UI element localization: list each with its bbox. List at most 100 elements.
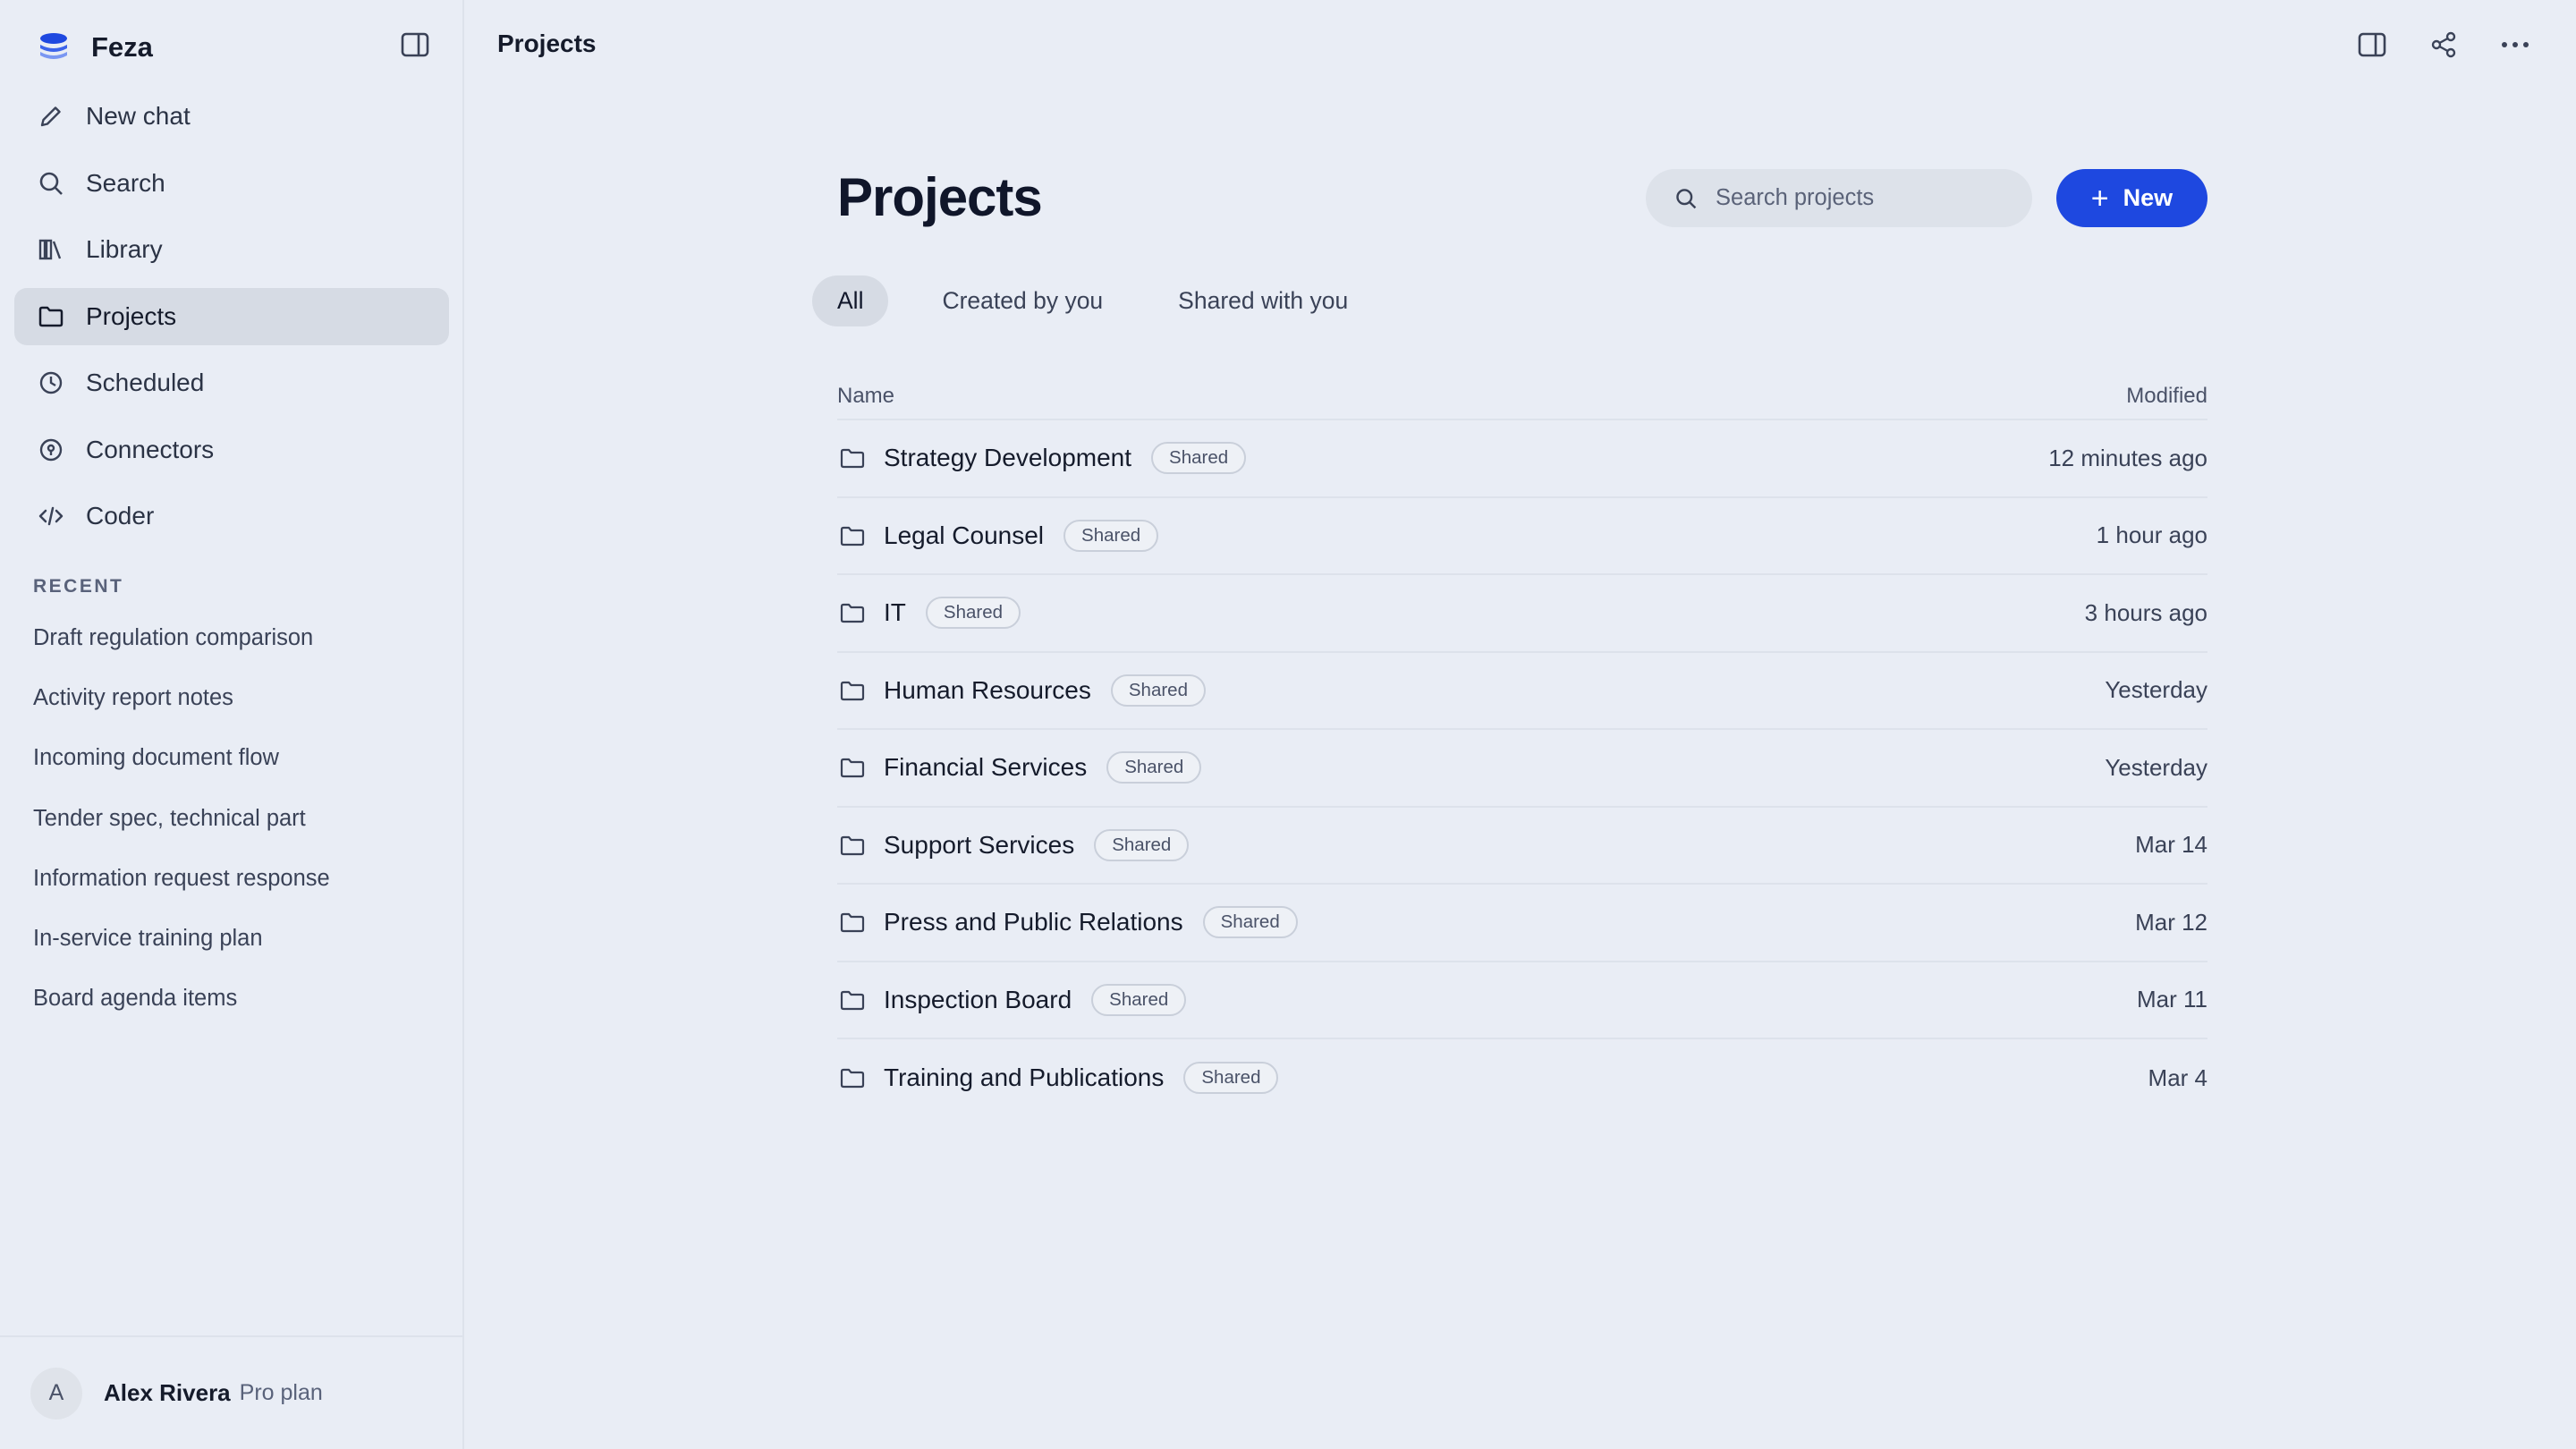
folder-icon xyxy=(36,301,66,332)
nav-item-connectors[interactable]: Connectors xyxy=(14,421,449,479)
nav-label: Connectors xyxy=(86,435,215,463)
modified-date: 3 hours ago xyxy=(2084,598,2207,626)
row-name-cell: IT Shared xyxy=(837,597,1021,630)
project-name: Press and Public Relations xyxy=(884,908,1183,936)
modified-date: Mar 4 xyxy=(2148,1063,2207,1091)
search-icon xyxy=(1676,188,1697,208)
shared-badge: Shared xyxy=(1094,828,1190,861)
shared-badge: Shared xyxy=(1063,519,1159,552)
folder-icon xyxy=(839,676,868,705)
table-row[interactable]: Press and Public Relations Shared Mar 12 xyxy=(837,885,2207,962)
recent-item[interactable]: Board agenda items xyxy=(33,969,330,1029)
sidebar-nav: New chat Search Library Projects Schedul… xyxy=(14,88,449,555)
table-row[interactable]: Human Resources Shared Yesterday xyxy=(837,653,2207,730)
collapse-sidebar-button[interactable] xyxy=(399,29,431,61)
avatar[interactable]: A xyxy=(30,1367,82,1419)
nav-item-search[interactable]: Search xyxy=(14,155,449,212)
table-row[interactable]: Support Services Shared Mar 14 xyxy=(837,808,2207,885)
folder-icon xyxy=(839,753,868,782)
shared-badge: Shared xyxy=(925,597,1021,630)
pencil-icon xyxy=(36,101,66,131)
nav-label: Search xyxy=(86,168,165,197)
column-header-modified[interactable]: Modified xyxy=(2126,384,2207,409)
search-icon xyxy=(36,168,66,199)
brand[interactable]: Feza xyxy=(36,27,153,68)
nav-item-library[interactable]: Library xyxy=(14,221,449,278)
table-header: Name Modified xyxy=(837,374,2207,420)
search-projects-input[interactable] xyxy=(1716,185,2011,211)
code-icon xyxy=(36,501,66,531)
recent-item[interactable]: Activity report notes xyxy=(33,668,330,728)
table-row[interactable]: Strategy Development Shared 12 minutes a… xyxy=(837,420,2207,498)
row-name-cell: Press and Public Relations Shared xyxy=(837,906,1298,939)
plus-icon: + xyxy=(2090,181,2109,216)
nav-item-scheduled[interactable]: Scheduled xyxy=(14,354,449,411)
nav-item-coder[interactable]: Coder xyxy=(14,487,449,545)
nav-item-new-chat[interactable]: New chat xyxy=(14,88,449,145)
folder-icon xyxy=(839,521,868,550)
shared-badge: Shared xyxy=(1151,442,1247,475)
recent-list: Draft regulation comparison Activity rep… xyxy=(33,625,330,1046)
clock-icon xyxy=(36,368,66,398)
sidebar-toggle-icon xyxy=(401,32,429,57)
folder-icon xyxy=(839,908,868,936)
feza-logo-icon xyxy=(40,33,67,59)
shared-badge: Shared xyxy=(1091,983,1187,1016)
library-icon xyxy=(36,234,66,265)
project-name: Support Services xyxy=(884,830,1075,859)
tab-created-by-you[interactable]: Created by you xyxy=(917,275,1128,326)
nav-label: New chat xyxy=(86,102,191,130)
column-header-name[interactable]: Name xyxy=(837,384,894,409)
table-row[interactable]: Inspection Board Shared Mar 11 xyxy=(837,962,2207,1039)
page-title: Projects xyxy=(837,167,1043,227)
row-name-cell: Human Resources Shared xyxy=(837,674,1206,707)
modified-date: 1 hour ago xyxy=(2096,521,2207,549)
panel-toggle-button[interactable] xyxy=(2351,23,2394,66)
projects-table: Name Modified Strategy Development Share… xyxy=(837,374,2207,1117)
nav-label: Coder xyxy=(86,502,155,530)
panel-icon xyxy=(2358,32,2386,57)
project-name: Training and Publications xyxy=(884,1063,1165,1092)
project-name: IT xyxy=(884,598,906,627)
project-name: Inspection Board xyxy=(884,985,1072,1013)
new-project-button[interactable]: + New xyxy=(2056,169,2207,227)
search-projects-box[interactable] xyxy=(1646,169,2032,227)
table-row[interactable]: Financial Services Shared Yesterday xyxy=(837,730,2207,808)
folder-icon xyxy=(839,831,868,860)
table-row[interactable]: Legal Counsel Shared 1 hour ago xyxy=(837,498,2207,575)
row-name-cell: Strategy Development Shared xyxy=(837,442,1247,475)
user-plan: Pro plan xyxy=(239,1380,323,1405)
row-name-cell: Legal Counsel Shared xyxy=(837,519,1159,552)
recent-item[interactable]: Draft regulation comparison xyxy=(33,608,330,668)
project-name: Human Resources xyxy=(884,675,1091,704)
recent-item[interactable]: Tender spec, technical part xyxy=(33,789,330,849)
share-button[interactable] xyxy=(2422,23,2465,66)
recent-item[interactable]: Incoming document flow xyxy=(33,728,330,788)
more-options-button[interactable] xyxy=(2494,23,2537,66)
table-row[interactable]: Training and Publications Shared Mar 4 xyxy=(837,1039,2207,1117)
modified-date: 12 minutes ago xyxy=(2048,444,2207,471)
project-filter-tabs: All Created by you Shared with you xyxy=(812,275,1398,326)
more-horizontal-icon xyxy=(2502,42,2529,47)
row-name-cell: Inspection Board Shared xyxy=(837,983,1187,1016)
row-name-cell: Training and Publications Shared xyxy=(837,1062,1279,1095)
topbar-title: Projects xyxy=(497,30,597,57)
modified-date: Yesterday xyxy=(2105,753,2207,781)
table-row[interactable]: IT Shared 3 hours ago xyxy=(837,575,2207,653)
nav-item-projects[interactable]: Projects xyxy=(14,287,449,345)
shared-badge: Shared xyxy=(1110,674,1206,707)
table-body: Strategy Development Shared 12 minutes a… xyxy=(837,420,2207,1117)
tab-shared-with-you[interactable]: Shared with you xyxy=(1153,275,1373,326)
row-name-cell: Financial Services Shared xyxy=(837,751,1202,784)
recent-item[interactable]: In-service training plan xyxy=(33,909,330,969)
tab-all[interactable]: All xyxy=(812,275,889,326)
modified-date: Mar 14 xyxy=(2135,831,2207,859)
shared-badge: Shared xyxy=(1106,751,1202,784)
project-name: Financial Services xyxy=(884,753,1088,782)
topbar-actions xyxy=(2322,23,2537,66)
user-name: Alex Rivera xyxy=(104,1379,231,1406)
user-profile[interactable]: A Alex Rivera Pro plan xyxy=(0,1335,462,1449)
recent-item[interactable]: Information request response xyxy=(33,849,330,909)
recent-header: RECENT xyxy=(33,576,124,597)
row-name-cell: Support Services Shared xyxy=(837,828,1190,861)
